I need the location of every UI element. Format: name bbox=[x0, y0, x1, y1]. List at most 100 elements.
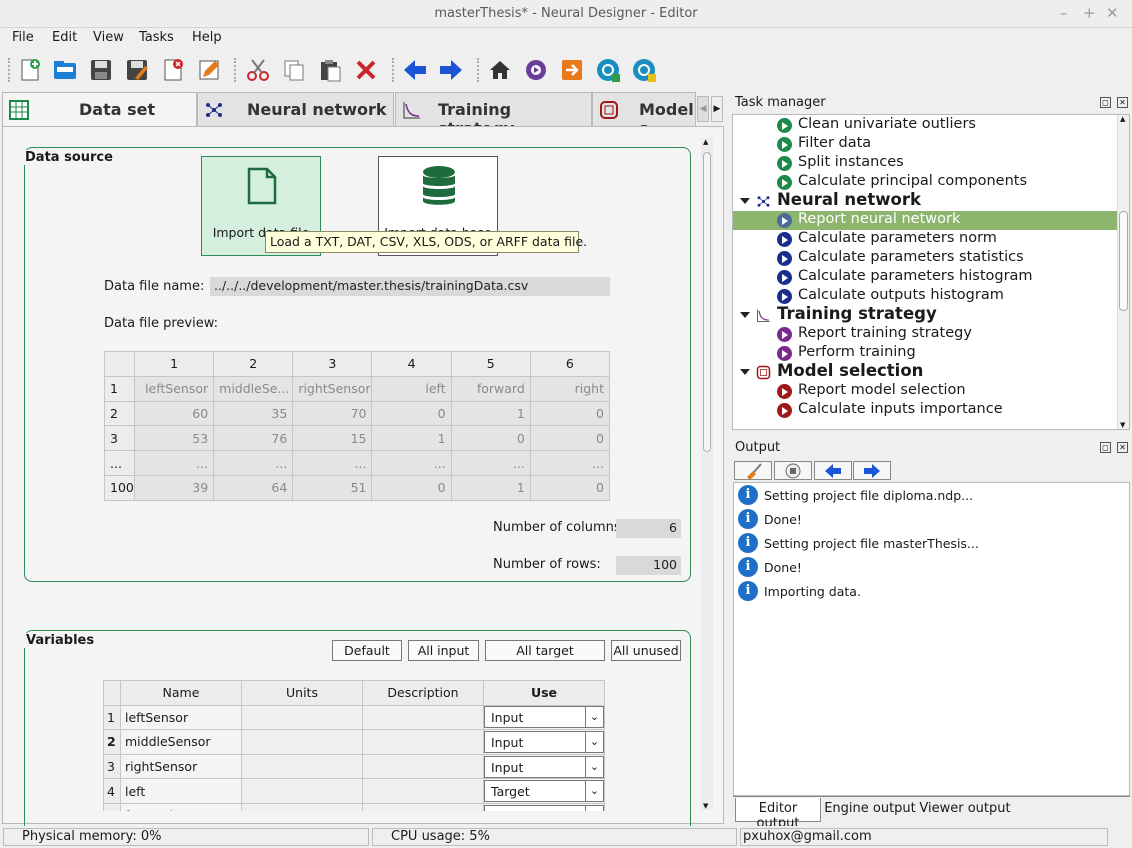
paste-icon[interactable] bbox=[316, 56, 344, 84]
variable-units-cell[interactable] bbox=[241, 704, 363, 731]
task-item[interactable]: Split instances bbox=[733, 154, 1118, 173]
variable-name-cell[interactable]: leftSensor bbox=[120, 704, 242, 731]
variable-units-cell[interactable] bbox=[241, 802, 363, 811]
column-header-name[interactable]: Name bbox=[120, 680, 242, 706]
variable-row[interactable]: 5forward Target⌄ bbox=[103, 802, 605, 811]
column-header[interactable]: 1 bbox=[133, 351, 215, 377]
expand-arrow-icon[interactable] bbox=[740, 312, 750, 318]
column-header[interactable]: 6 bbox=[529, 351, 611, 377]
task-item[interactable]: Calculate parameters statistics bbox=[733, 249, 1118, 268]
column-header[interactable]: 3 bbox=[292, 351, 373, 377]
chevron-down-icon[interactable]: ⌄ bbox=[585, 756, 603, 777]
scroll-down-arrow[interactable]: ▼ bbox=[703, 802, 708, 810]
use-select[interactable]: Input ⌄ bbox=[484, 730, 604, 753]
column-header-description[interactable]: Description bbox=[362, 680, 484, 706]
output-back-button[interactable] bbox=[814, 461, 852, 480]
tab-scroll-left-button[interactable]: ◀ bbox=[697, 96, 709, 122]
run-settings-icon[interactable] bbox=[522, 56, 550, 84]
tab-model-selection[interactable]: Model s bbox=[592, 92, 696, 126]
scroll-down-arrow[interactable]: ▼ bbox=[1120, 421, 1125, 429]
task-item[interactable]: Filter data bbox=[733, 135, 1118, 154]
scroll-up-arrow[interactable]: ▲ bbox=[703, 138, 708, 146]
menu-view[interactable]: View bbox=[93, 30, 124, 45]
expand-arrow-icon[interactable] bbox=[740, 369, 750, 375]
save-icon[interactable] bbox=[87, 56, 115, 84]
task-item[interactable]: Report neural network bbox=[733, 211, 1118, 230]
scrollbar-thumb[interactable] bbox=[1119, 211, 1128, 311]
use-select[interactable]: Input ⌄ bbox=[484, 706, 604, 729]
cut-icon[interactable] bbox=[244, 56, 272, 84]
variable-description-cell[interactable] bbox=[362, 729, 484, 755]
tab-scroll-right-button[interactable]: ▶ bbox=[711, 96, 723, 122]
expand-arrow-icon[interactable] bbox=[740, 198, 750, 204]
menu-edit[interactable]: Edit bbox=[52, 30, 77, 45]
menu-tasks[interactable]: Tasks bbox=[139, 30, 174, 45]
column-header[interactable]: 4 bbox=[371, 351, 452, 377]
maximize-button[interactable]: + bbox=[1083, 4, 1096, 22]
tab-neural-network[interactable]: Neural network bbox=[197, 92, 394, 126]
variable-description-cell[interactable] bbox=[362, 704, 484, 731]
edit-icon[interactable] bbox=[195, 56, 223, 84]
menu-help[interactable]: Help bbox=[192, 30, 222, 45]
variable-units-cell[interactable] bbox=[241, 753, 363, 780]
menu-file[interactable]: File bbox=[12, 30, 34, 45]
variable-description-cell[interactable] bbox=[362, 753, 484, 780]
variable-units-cell[interactable] bbox=[241, 778, 363, 804]
float-dock-icon[interactable]: ◻ bbox=[1100, 97, 1111, 108]
use-select[interactable]: Target⌄ bbox=[484, 780, 604, 803]
scroll-up-arrow[interactable]: ▲ bbox=[1120, 115, 1125, 123]
editor-scrollbar[interactable]: ▲ ▼ bbox=[701, 138, 713, 810]
close-dock-icon[interactable]: ✕ bbox=[1117, 97, 1128, 108]
close-dock-icon[interactable]: ✕ bbox=[1117, 442, 1128, 453]
task-tree-scrollbar[interactable]: ▲ ▼ bbox=[1117, 115, 1129, 429]
back-arrow-icon[interactable] bbox=[401, 56, 429, 84]
open-project-icon[interactable] bbox=[51, 56, 79, 84]
variable-name-cell[interactable]: left bbox=[120, 778, 242, 804]
output-forward-button[interactable] bbox=[853, 461, 891, 480]
column-header[interactable]: 2 bbox=[213, 351, 294, 377]
task-item[interactable]: Calculate parameters histogram bbox=[733, 268, 1118, 287]
chevron-down-icon[interactable]: ⌄ bbox=[585, 707, 603, 728]
float-dock-icon[interactable]: ◻ bbox=[1100, 442, 1111, 453]
variable-row[interactable]: 3 rightSensor Input ⌄ bbox=[103, 753, 605, 780]
default-button[interactable]: Default bbox=[332, 640, 402, 661]
task-group-header[interactable]: Neural network bbox=[733, 190, 1118, 211]
variable-name-cell[interactable]: middleSensor bbox=[120, 729, 242, 755]
task-item[interactable]: Clean univariate outliers bbox=[733, 116, 1118, 135]
all-unused-button[interactable]: All unused bbox=[611, 640, 681, 661]
variable-units-cell[interactable] bbox=[241, 729, 363, 755]
variable-row[interactable]: 4 left Target ⌄ bbox=[103, 778, 605, 804]
variable-description-cell[interactable] bbox=[362, 802, 484, 811]
file-name-field[interactable]: ../../../development/master.thesis/train… bbox=[210, 277, 610, 296]
all-target-button[interactable]: All target bbox=[485, 640, 605, 661]
task-group-header[interactable]: Training strategy bbox=[733, 304, 1118, 325]
network-help-icon[interactable] bbox=[630, 56, 658, 84]
copy-icon[interactable] bbox=[280, 56, 308, 84]
use-select[interactable]: Input ⌄ bbox=[484, 755, 604, 778]
scrollbar-thumb[interactable] bbox=[703, 152, 711, 452]
clear-output-button[interactable] bbox=[734, 461, 772, 480]
variable-row[interactable]: 1 leftSensor Input ⌄ bbox=[103, 704, 605, 731]
column-header[interactable]: 5 bbox=[450, 351, 531, 377]
close-project-icon[interactable] bbox=[159, 56, 187, 84]
chevron-down-icon[interactable]: ⌄ bbox=[585, 805, 603, 811]
export-icon[interactable] bbox=[558, 56, 586, 84]
tab-engine-output[interactable]: Engine output bbox=[823, 798, 917, 822]
task-item[interactable]: Calculate parameters norm bbox=[733, 230, 1118, 249]
task-item[interactable]: Calculate inputs importance bbox=[733, 401, 1118, 420]
delete-icon[interactable] bbox=[352, 56, 380, 84]
variable-name-cell[interactable]: rightSensor bbox=[120, 753, 242, 780]
all-input-button[interactable]: All input bbox=[408, 640, 479, 661]
home-icon[interactable] bbox=[486, 56, 514, 84]
column-header-units[interactable]: Units bbox=[241, 680, 363, 706]
column-header-use[interactable]: Use bbox=[483, 680, 605, 706]
tab-editor-output[interactable]: Editor output bbox=[735, 798, 821, 831]
use-select[interactable]: Target⌄ bbox=[484, 804, 604, 811]
save-as-icon[interactable] bbox=[123, 56, 151, 84]
variable-name-cell[interactable]: forward bbox=[120, 802, 242, 811]
task-item[interactable]: Report training strategy bbox=[733, 325, 1118, 344]
network-settings-icon[interactable] bbox=[594, 56, 622, 84]
tab-viewer-output[interactable]: Viewer output bbox=[919, 798, 1011, 822]
chevron-down-icon[interactable]: ⌄ bbox=[585, 781, 603, 802]
variable-description-cell[interactable] bbox=[362, 778, 484, 804]
